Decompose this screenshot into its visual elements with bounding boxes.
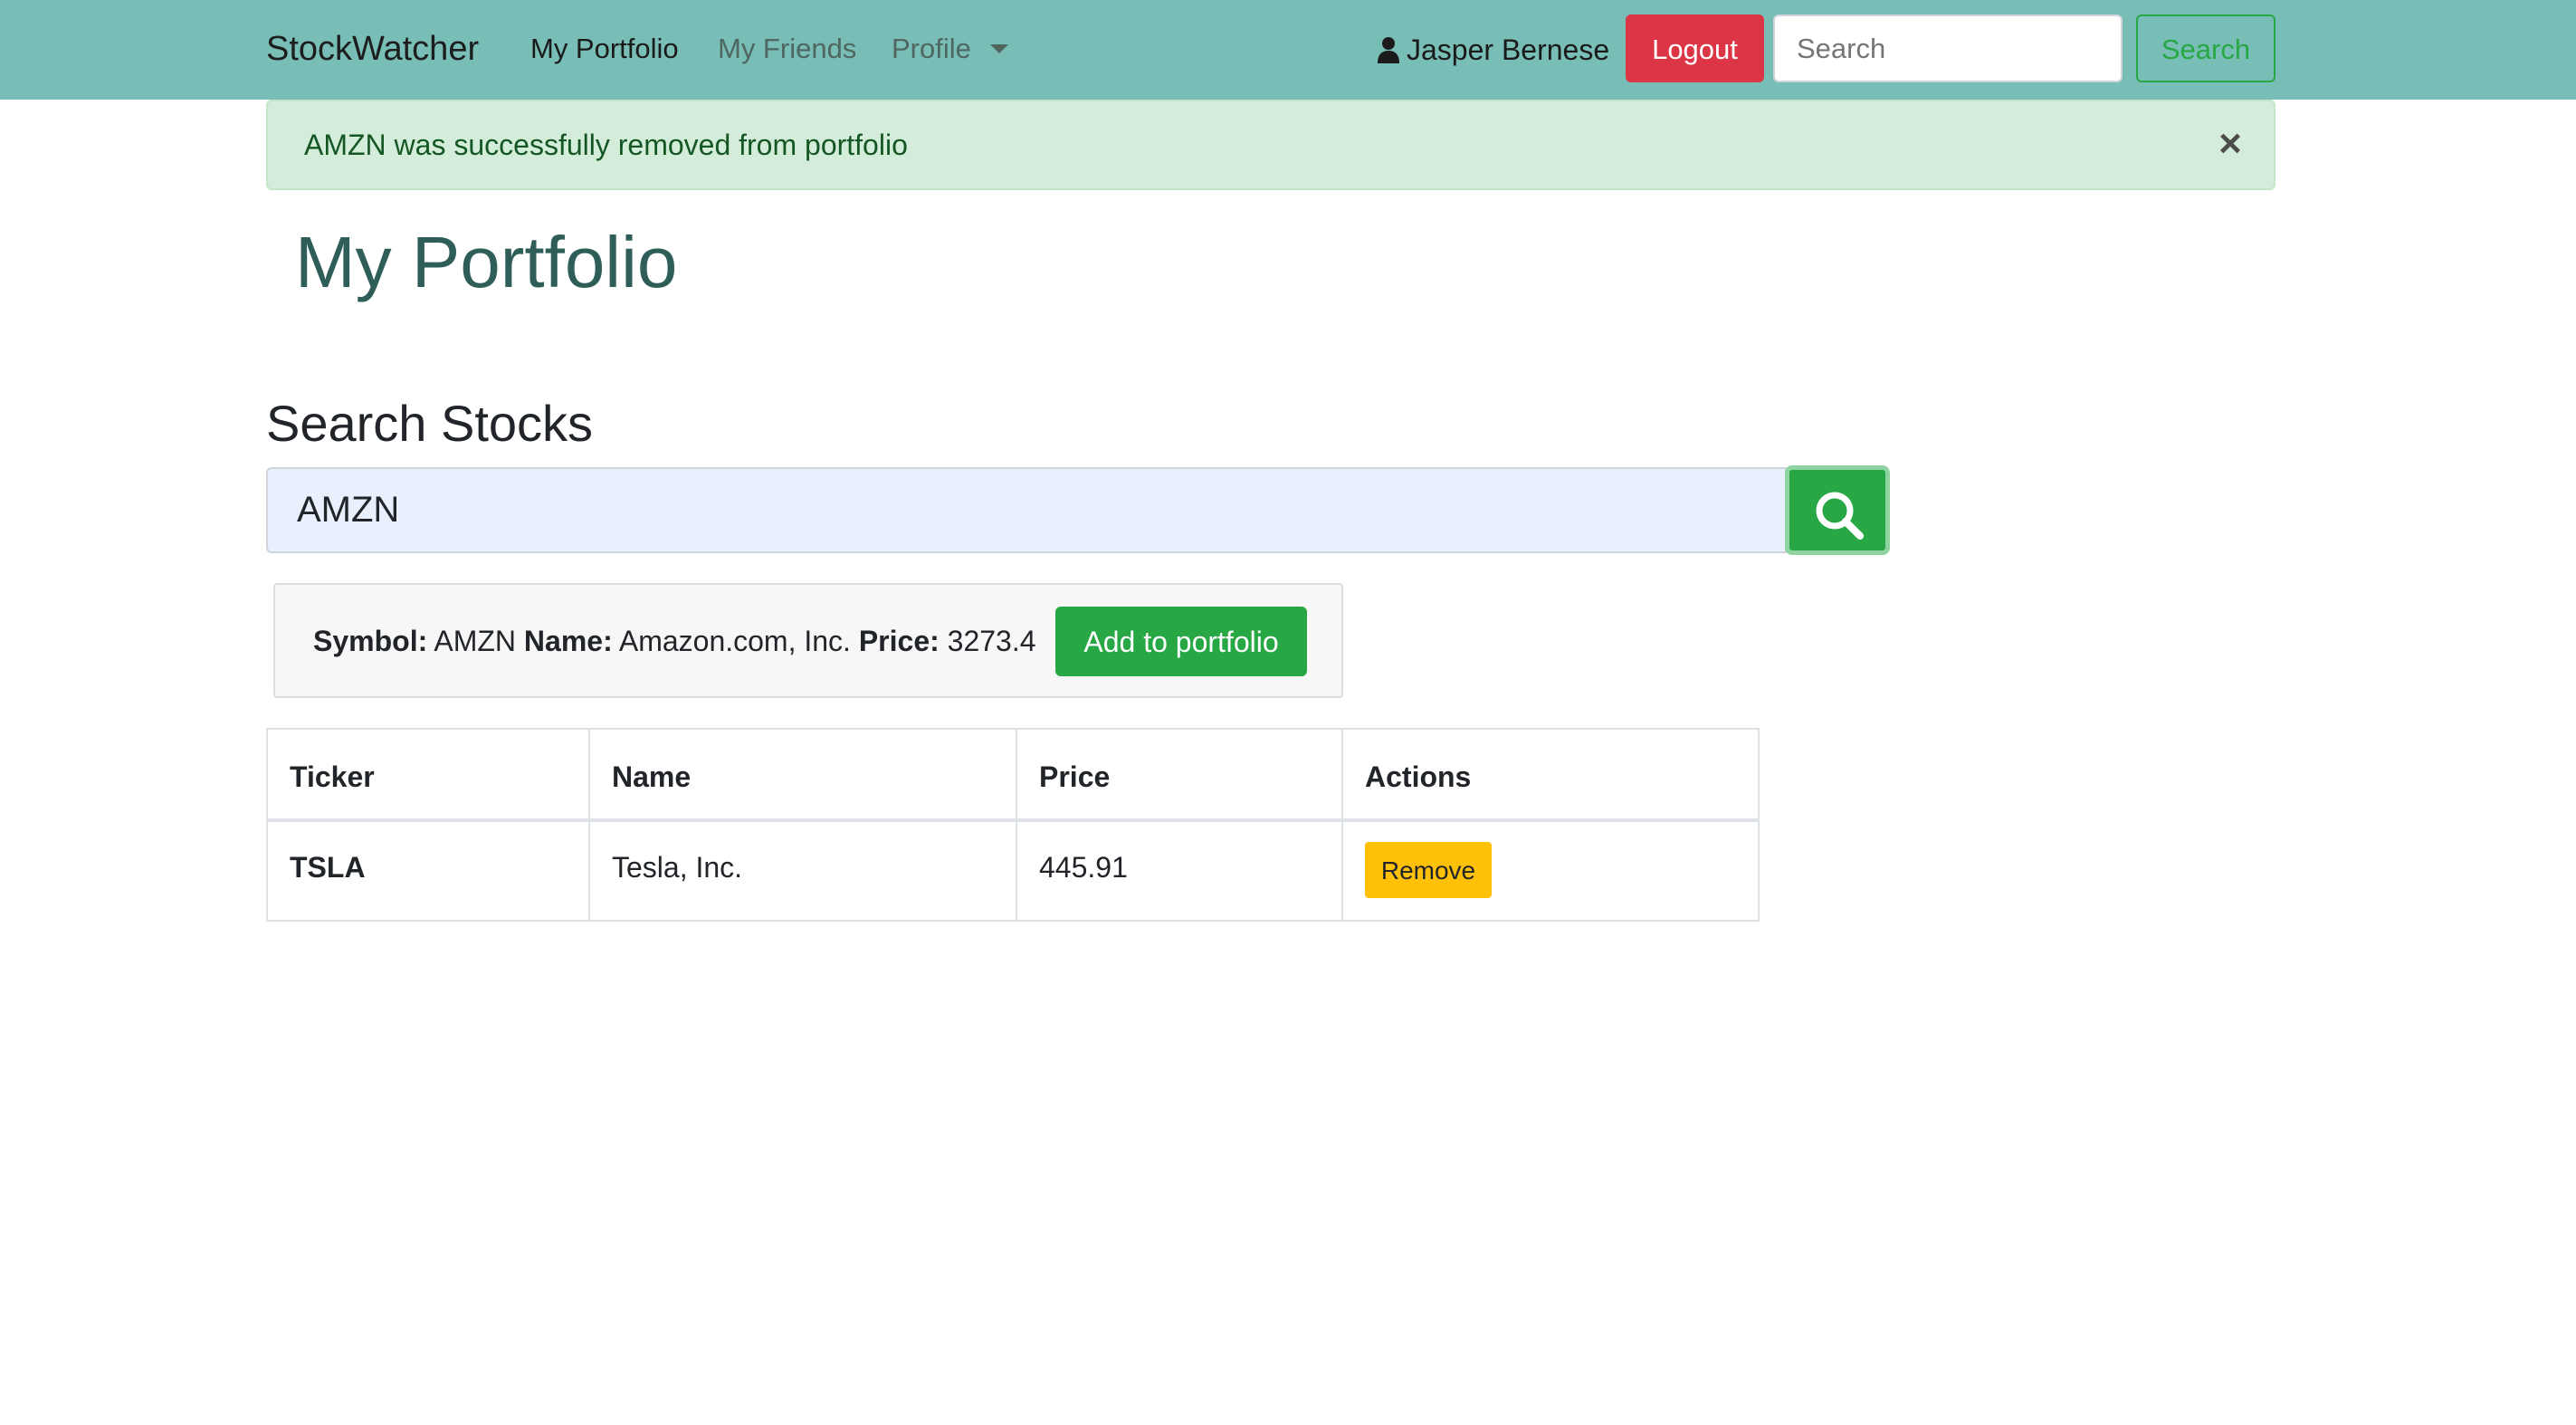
row-price: 445.91 [1039,851,1128,884]
search-stocks-heading: Search Stocks [266,395,594,452]
search-result-text: Symbol: AMZN Name: Amazon.com, Inc. Pric… [313,621,1036,661]
chevron-down-icon[interactable] [990,44,1008,53]
column-divider [1016,730,1017,920]
search-result-card: Symbol: AMZN Name: Amazon.com, Inc. Pric… [273,583,1343,698]
close-icon[interactable]: × [2212,121,2248,167]
brand-logo[interactable]: StockWatcher [266,25,479,72]
nav-my-portfolio[interactable]: My Portfolio [530,29,679,69]
symbol-label: Symbol: [313,625,428,657]
remove-button[interactable]: Remove [1365,842,1492,898]
nav-my-friends[interactable]: My Friends [718,29,856,69]
result-name: Amazon.com, Inc. [618,625,851,657]
column-header-actions: Actions [1365,760,1472,793]
page-title: My Portfolio [295,222,678,302]
stock-search-button[interactable] [1785,465,1890,555]
navbar-search-button[interactable]: Search [2136,14,2275,82]
result-symbol: AMZN [434,625,517,657]
add-to-portfolio-button[interactable]: Add to portfolio [1055,607,1307,676]
column-divider [1341,730,1343,920]
row-name: Tesla, Inc. [612,851,743,884]
column-divider [588,730,590,920]
column-header-price: Price [1039,760,1111,793]
stock-search-input[interactable] [266,467,1787,553]
search-icon [1816,492,1864,540]
logout-button[interactable]: Logout [1626,14,1764,82]
portfolio-table: Ticker Name Price Actions TSLA Tesla, In… [266,728,1760,922]
user-icon [1378,37,1399,63]
row-ticker: TSLA [290,851,366,884]
navbar-search-input[interactable] [1773,14,2123,82]
column-header-ticker: Ticker [290,760,375,793]
result-price: 3273.4 [947,625,1036,657]
success-alert: AMZN was successfully removed from portf… [266,100,2275,190]
column-header-name: Name [612,760,692,793]
name-label: Name: [523,625,613,657]
user-name: Jasper Bernese [1407,33,1610,66]
header-divider [268,818,1758,822]
nav-profile-dropdown[interactable]: Profile [892,29,971,69]
navbar: StockWatcher My Portfolio My Friends Pro… [0,0,2576,100]
price-label: Price: [858,625,940,657]
alert-message: AMZN was successfully removed from portf… [304,129,908,161]
